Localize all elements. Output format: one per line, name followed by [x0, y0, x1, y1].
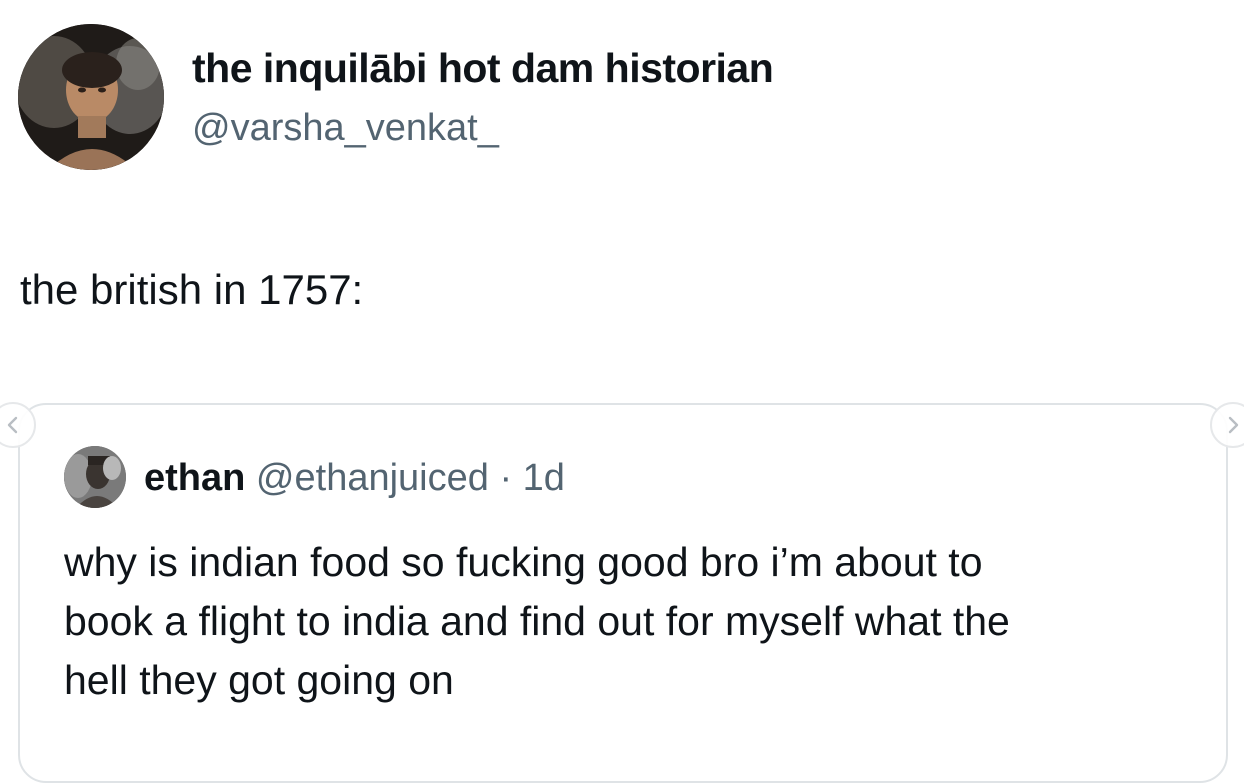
quoted-author-handle[interactable]: @ethanjuiced: [256, 457, 489, 499]
author-avatar[interactable]: [18, 24, 164, 170]
quoted-tweet-text-line: book a flight to india and find out for …: [64, 598, 1010, 644]
quoted-meta-separator: ·: [488, 457, 523, 499]
author-handle[interactable]: @varsha_venkat_: [192, 107, 499, 150]
quoted-tweet-text: why is indian food so fucking good bro i…: [64, 533, 1224, 710]
quoted-tweet-text-line: why is indian food so fucking good bro i…: [64, 539, 983, 585]
quoted-author-display-name[interactable]: ethan: [144, 457, 245, 499]
chevron-right-icon: [1228, 416, 1239, 434]
author-avatar-image: [18, 24, 164, 170]
tweet-text: the british in 1757:: [20, 266, 364, 313]
quoted-tweet-timestamp[interactable]: 1d: [523, 457, 565, 499]
author-display-name[interactable]: the inquilābi hot dam historian: [192, 45, 774, 92]
quoted-tweet-text-line: hell they got going on: [64, 657, 454, 703]
chevron-left-icon: [7, 416, 18, 434]
quoted-author-avatar-image: [64, 446, 126, 508]
quoted-tweet-header: ethan @ethanjuiced · 1d: [144, 457, 565, 500]
quoted-author-avatar[interactable]: [64, 446, 126, 508]
